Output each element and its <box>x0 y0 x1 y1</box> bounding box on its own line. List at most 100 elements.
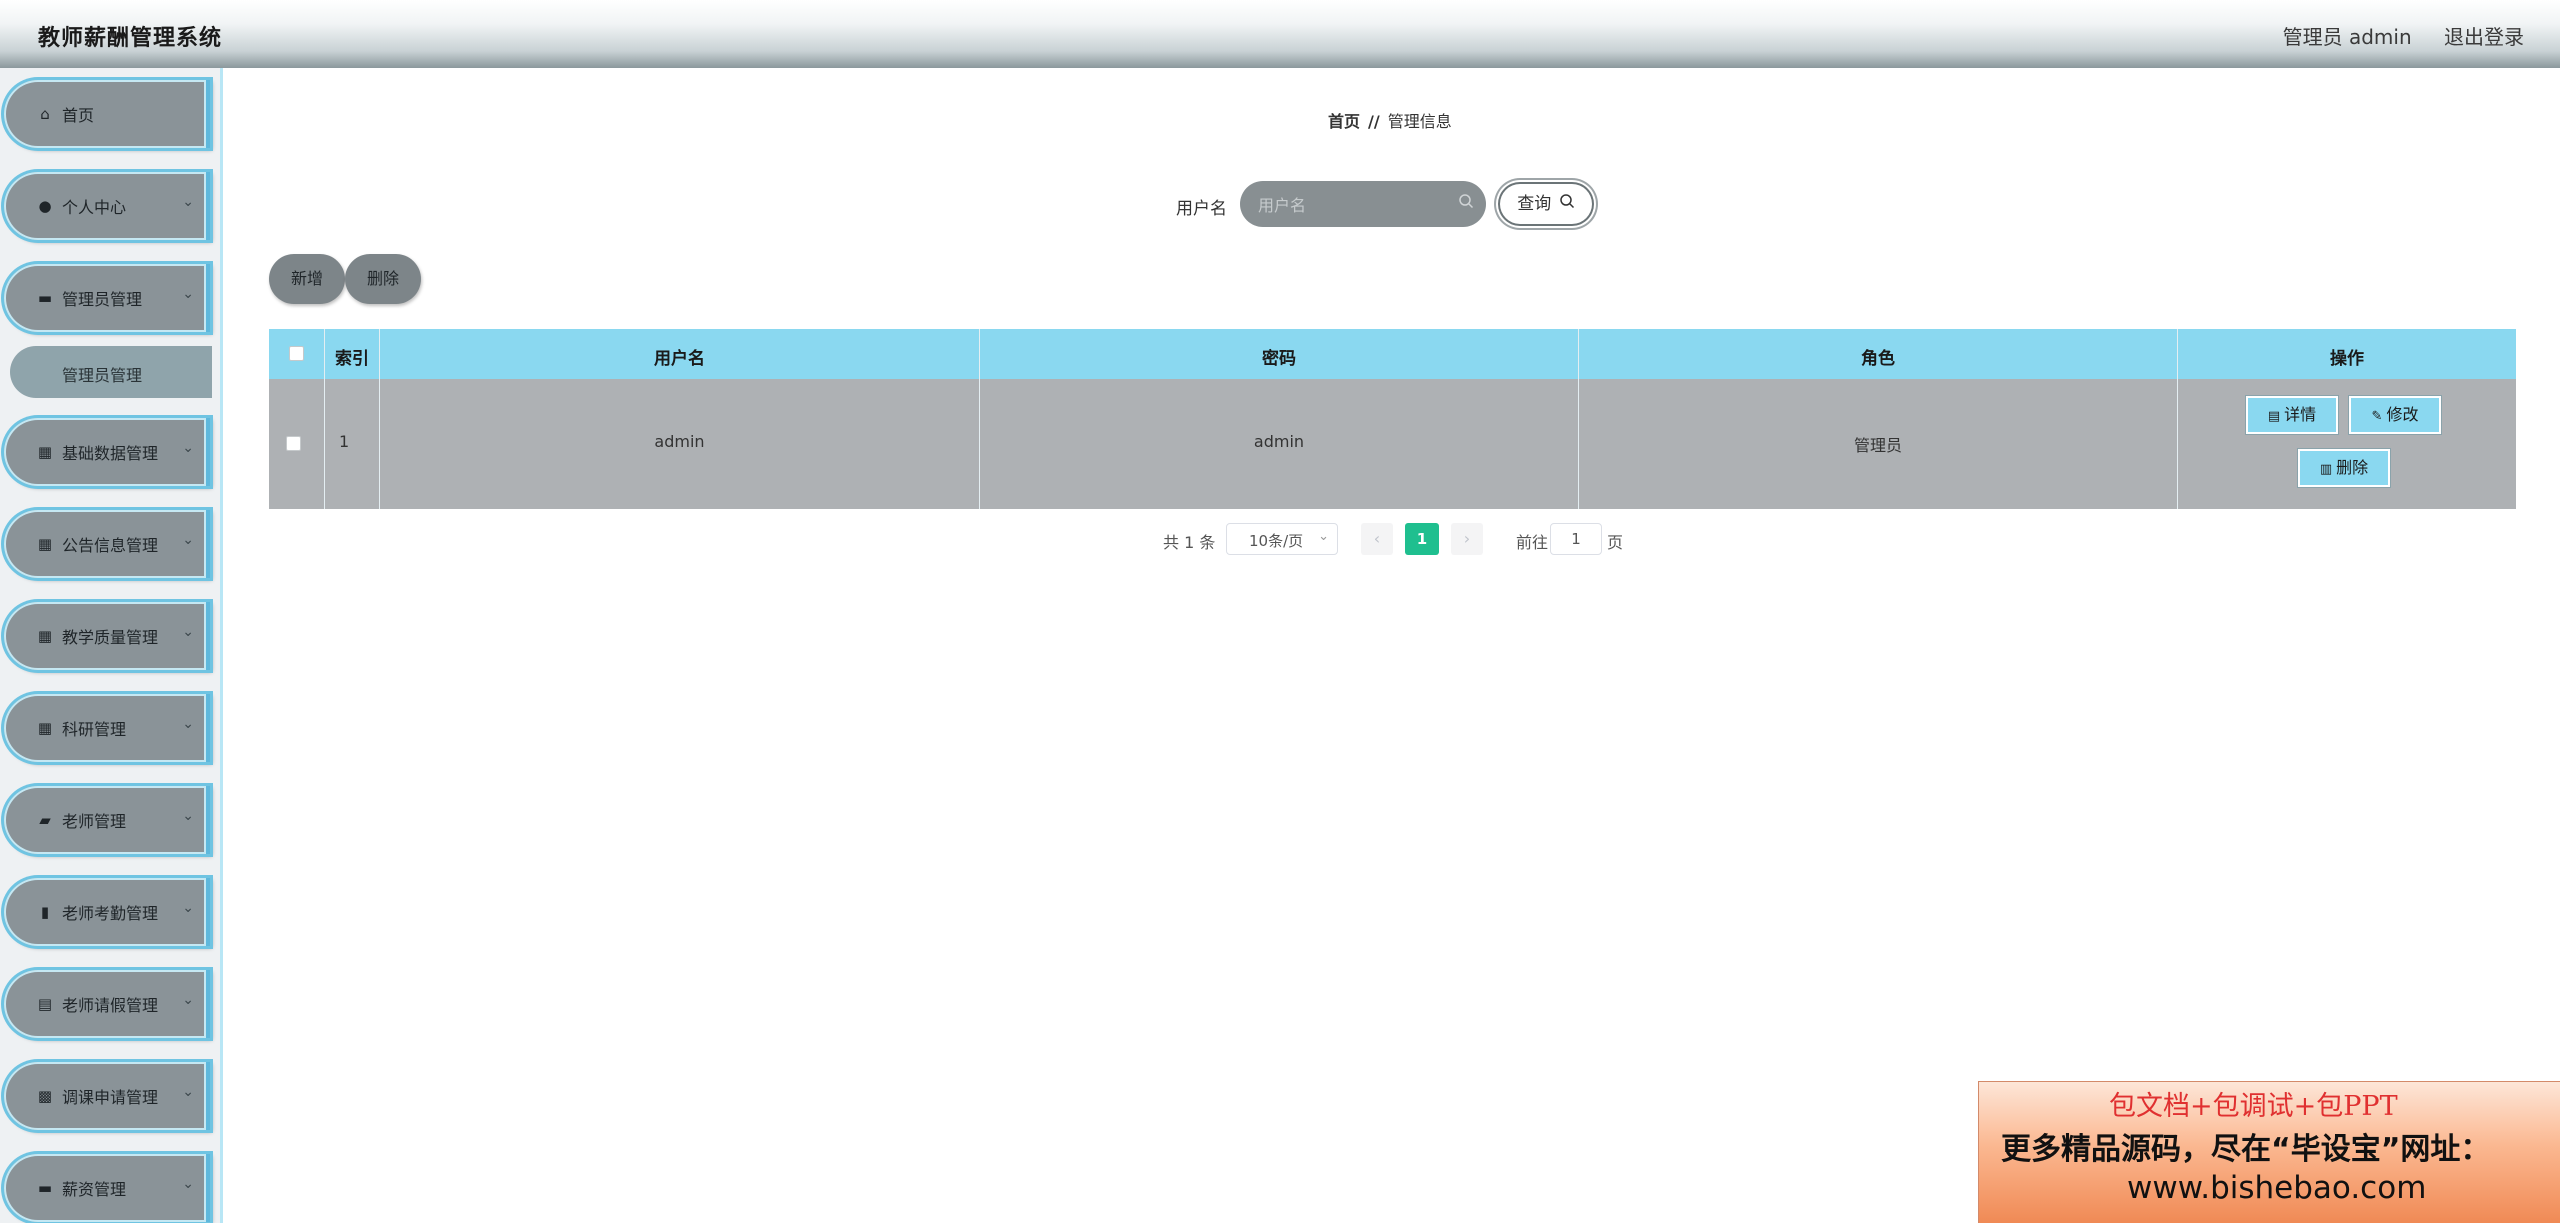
table-cell-select <box>269 379 325 509</box>
goto-page-input[interactable] <box>1550 523 1602 555</box>
promo-line-3: www.bishebao.com <box>2127 1170 2427 1206</box>
cell-index: 1 <box>339 432 350 451</box>
chevron-down-icon: ⌄ <box>182 808 194 824</box>
table-header-cell: 密码 <box>980 329 1579 379</box>
header-index: 索引 <box>335 349 369 369</box>
sidebar-item-research[interactable]: ▦ 科研管理 ⌄ <box>4 694 210 762</box>
sidebar-item-teachers[interactable]: ▰ 老师管理 ⌄ <box>4 786 210 854</box>
table-cell: 管理员 <box>1579 379 2178 509</box>
search-input[interactable] <box>1256 191 1450 219</box>
edit-button-label: 修改 <box>2386 405 2419 424</box>
sidebar-item-admin-management[interactable]: ▬ 管理员管理 ⌄ <box>4 264 210 332</box>
row-delete-button-label: 删除 <box>2336 458 2369 477</box>
page-suffix-label: 页 <box>1607 533 1624 552</box>
header-password: 密码 <box>1262 349 1296 369</box>
page-size-select[interactable]: 10条/页 ⌄ <box>1226 523 1338 555</box>
apps-icon: ▩ <box>37 1087 53 1105</box>
pagination-total: 共 1 条 <box>1163 533 1216 552</box>
breadcrumb-separator: // <box>1368 112 1380 131</box>
sidebar-item-label: 基础数据管理 <box>62 444 159 463</box>
chevron-down-icon: ⌄ <box>182 532 194 548</box>
sidebar-item-label: 老师请假管理 <box>62 996 159 1015</box>
table-header-select-cell <box>269 329 325 379</box>
grid-icon: ▦ <box>37 443 53 461</box>
sidebar: ⌂ 首页 ● 个人中心 ⌄ ▬ 管理员管理 ⌄ 管理员管理 ▦ 基础数据管理 ⌄… <box>0 68 220 1223</box>
table-header: 索引 用户名 密码 角色 操作 <box>269 329 2516 379</box>
sidebar-item-announcements[interactable]: ▦ 公告信息管理 ⌄ <box>4 510 210 578</box>
bar-chart-icon: ▮ <box>40 903 50 921</box>
page-number-active[interactable]: 1 <box>1405 523 1439 555</box>
add-button[interactable]: 新增 <box>269 254 345 304</box>
sidebar-item-profile[interactable]: ● 个人中心 ⌄ <box>4 172 210 240</box>
sidebar-item-class-swap[interactable]: ▩ 调课申请管理 ⌄ <box>4 1062 210 1130</box>
table-row: 1 admin admin 管理员 ▤ 详情 ✎ 修改 ▥ 删除 <box>269 379 2516 509</box>
grid-icon: ▦ <box>37 719 53 737</box>
table-header-cell: 用户名 <box>380 329 980 379</box>
sidebar-subitem-admin-management[interactable]: 管理员管理 <box>10 346 212 398</box>
sidebar-item-label: 调课申请管理 <box>62 1088 159 1107</box>
table-cell: 1 <box>325 379 380 509</box>
query-button[interactable]: 查询 <box>1496 180 1596 228</box>
sidebar-item-label: 首页 <box>62 106 95 125</box>
table-cell-actions: ▤ 详情 ✎ 修改 ▥ 删除 <box>2178 379 2516 509</box>
table-header-cell: 索引 <box>325 329 380 379</box>
search-label: 用户名 <box>1176 199 1227 219</box>
sidebar-border <box>220 68 223 1223</box>
person-icon: ● <box>38 197 52 215</box>
app-title: 教师薪酬管理系统 <box>38 26 223 51</box>
search-field-wrapper <box>1240 181 1486 227</box>
sidebar-item-label: 个人中心 <box>62 198 127 217</box>
chevron-down-icon: ⌄ <box>182 624 194 640</box>
chevron-left-icon: ‹ <box>1373 529 1381 548</box>
sidebar-item-teaching-quality[interactable]: ▦ 教学质量管理 ⌄ <box>4 602 210 670</box>
chevron-down-icon: ⌄ <box>182 716 194 732</box>
table-header-cell: 操作 <box>2178 329 2516 379</box>
sidebar-item-leave[interactable]: ▤ 老师请假管理 ⌄ <box>4 970 210 1038</box>
chevron-down-icon: ⌄ <box>182 1084 194 1100</box>
batch-delete-button[interactable]: 删除 <box>345 254 421 304</box>
goto-label: 前往 <box>1516 533 1549 552</box>
table-header-cell: 角色 <box>1579 329 2178 379</box>
breadcrumb-current: 管理信息 <box>1387 112 1452 131</box>
grid-icon: ▦ <box>37 627 53 645</box>
sidebar-item-home[interactable]: ⌂ 首页 <box>4 80 210 148</box>
prev-page-button[interactable]: ‹ <box>1361 523 1393 555</box>
top-header: 教师薪酬管理系统 管理员 admin 退出登录 <box>0 0 2560 68</box>
table-cell: admin <box>380 379 980 509</box>
detail-button-label: 详情 <box>2284 405 2317 424</box>
logout-link[interactable]: 退出登录 <box>2444 25 2524 49</box>
header-username: 用户名 <box>654 349 705 369</box>
search-icon <box>1458 193 1474 213</box>
trash-icon: ▥ <box>2319 462 2333 477</box>
briefcase-icon: ▰ <box>39 811 51 829</box>
breadcrumb: 首页 // 管理信息 <box>1328 108 1452 132</box>
chevron-down-icon: ⌄ <box>182 900 194 916</box>
search-icon <box>1559 180 1575 228</box>
sidebar-item-label: 公告信息管理 <box>62 536 159 555</box>
edit-button[interactable]: ✎ 修改 <box>2349 396 2441 434</box>
chevron-right-icon: › <box>1463 529 1471 548</box>
sidebar-subitem-label: 管理员管理 <box>62 366 143 385</box>
detail-button[interactable]: ▤ 详情 <box>2246 396 2338 434</box>
promo-line-2: 更多精品源码，尽在“毕设宝”网址： <box>2001 1132 2491 1167</box>
sidebar-item-attendance[interactable]: ▮ 老师考勤管理 ⌄ <box>4 878 210 946</box>
sidebar-item-label: 管理员管理 <box>62 290 143 309</box>
sidebar-item-label: 老师考勤管理 <box>62 904 159 923</box>
header-actions: 操作 <box>2330 349 2364 369</box>
query-button-label: 查询 <box>1517 194 1552 214</box>
row-checkbox[interactable] <box>286 436 301 451</box>
next-page-button[interactable]: › <box>1451 523 1483 555</box>
breadcrumb-home[interactable]: 首页 <box>1328 112 1360 131</box>
row-delete-button[interactable]: ▥ 删除 <box>2298 449 2390 487</box>
chevron-down-icon: ⌄ <box>182 1176 194 1192</box>
select-all-checkbox[interactable] <box>289 346 304 361</box>
current-user-label: 管理员 admin <box>2282 25 2412 49</box>
header-user-area: 管理员 admin 退出登录 <box>2257 21 2524 50</box>
sidebar-item-basic-data[interactable]: ▦ 基础数据管理 ⌄ <box>4 418 210 486</box>
grid-icon: ▦ <box>37 535 53 553</box>
clipboard-icon: ▤ <box>37 995 53 1013</box>
document-icon: ▤ <box>2267 409 2281 424</box>
chevron-down-icon: ⌄ <box>1318 529 1329 544</box>
sidebar-item-salary[interactable]: ▬ 薪资管理 ⌄ <box>4 1154 210 1222</box>
sidebar-item-label: 薪资管理 <box>62 1180 127 1199</box>
